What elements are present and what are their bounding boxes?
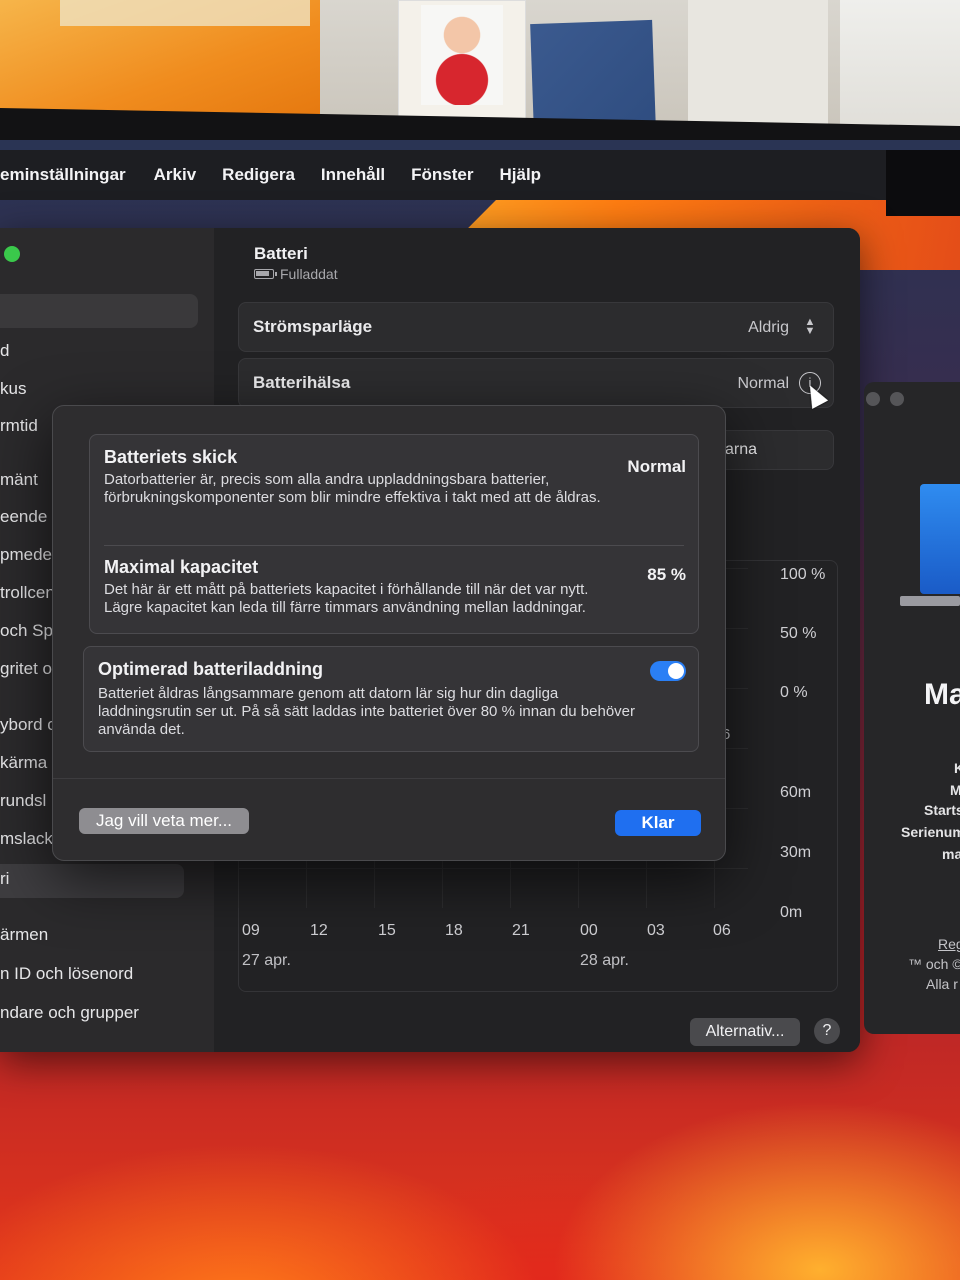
battery-health-label: Batterihälsa (253, 373, 351, 392)
x-axis-tick-label: 12 (310, 922, 328, 939)
x-axis-tick-label: 00 (580, 922, 598, 939)
x-axis-tick-label: 15 (378, 922, 396, 939)
battery-health-row[interactable]: Batterihälsa Normal i (238, 358, 834, 408)
done-button[interactable]: Klar (615, 810, 701, 836)
help-button[interactable]: ? (814, 1018, 840, 1044)
y-label-100: 100 % (780, 566, 826, 583)
pane-title: Batteri (254, 244, 308, 263)
learn-more-button[interactable]: Jag vill veta mer... (79, 808, 249, 834)
optimized-title: Optimerad batteriladdning (98, 659, 324, 679)
sidebar-item[interactable]: ri (0, 869, 200, 889)
battery-health-value: Normal (737, 375, 789, 392)
x-axis-tick-label: 03 (647, 922, 665, 939)
x-axis-tick-label: 09 (242, 922, 260, 939)
about-line: Starts (924, 802, 960, 818)
zoom-window-button[interactable] (4, 246, 20, 262)
about-line: Serienum (901, 824, 960, 840)
low-power-label: Strömsparläge (253, 317, 373, 336)
wall-photo (398, 0, 526, 124)
footer-separator (53, 778, 725, 779)
optimized-charging-toggle[interactable] (650, 661, 686, 681)
wall-paper (688, 0, 828, 136)
menu-app-name[interactable]: eminställningar (0, 165, 126, 185)
window-button[interactable] (890, 392, 904, 406)
battery-info-group: Batteriets skick Normal Datorbatterier ä… (89, 434, 699, 634)
computer-image (920, 484, 960, 594)
condition-description: Datorbatterier är, precis som alla andra… (104, 471, 601, 506)
menu-bar: eminställningar Arkiv Redigera Innehåll … (0, 150, 890, 200)
y-label-50: 50 % (780, 625, 817, 642)
y-label-60m: 60m (780, 784, 812, 801)
date-label-28: 28 apr. (580, 952, 629, 969)
y-label-0m: 0m (780, 904, 803, 921)
menu-hjalp[interactable]: Hjälp (500, 165, 542, 185)
capacity-description: Det här är ett mått på batteriets kapaci… (104, 581, 589, 616)
optimized-description: Batteriet åldras långsammare genom att d… (98, 685, 636, 738)
sidebar-item[interactable]: ärmen (0, 925, 200, 945)
menu-innehall[interactable]: Innehåll (321, 165, 385, 185)
about-line: ma (942, 846, 960, 862)
wall-poster (530, 19, 656, 133)
orange-wall (0, 0, 320, 120)
toggle-knob (668, 663, 684, 679)
x-axis-tick-label: 18 (445, 922, 463, 939)
sidebar-item[interactable]: d (0, 341, 200, 361)
menu-redigera[interactable]: Redigera (222, 165, 295, 185)
about-line: M (950, 782, 960, 798)
about-line: K (954, 760, 960, 776)
menu-arkiv[interactable]: Arkiv (154, 165, 197, 185)
computer-base-image (900, 596, 960, 606)
low-power-row[interactable]: Strömsparläge Aldrig ▲ ▼ (238, 302, 834, 352)
partial-row-text: arna (725, 441, 758, 458)
battery-health-sheet: Batteriets skick Normal Datorbatterier ä… (52, 405, 726, 861)
menu-fonster[interactable]: Fönster (411, 165, 473, 185)
optimized-charging-group: Optimerad batteriladdning Batteriet åldr… (83, 646, 699, 752)
screen-notch (886, 150, 960, 216)
x-axis-tick-label: 21 (512, 922, 530, 939)
y-label-0: 0 % (780, 684, 808, 701)
condition-title: Batteriets skick (104, 447, 238, 467)
group-separator (104, 545, 684, 546)
about-link[interactable]: Reg (938, 936, 960, 952)
about-window: Ma K M Starts Serienum ma Reg ™ och © Al… (864, 382, 960, 1034)
date-label-27: 27 apr. (242, 952, 291, 969)
about-title: Ma (924, 678, 960, 711)
sidebar-item[interactable]: n ID och lösenord (0, 964, 200, 984)
sidebar-search-input[interactable] (0, 294, 198, 328)
about-small: Alla r (926, 976, 958, 992)
sidebar-item[interactable]: kus (0, 379, 200, 399)
battery-icon (254, 269, 277, 279)
about-small: ™ och © (908, 956, 960, 972)
window-button[interactable] (866, 392, 880, 406)
battery-status: Fulladdat (254, 266, 338, 282)
alternatives-button[interactable]: Alternativ... (690, 1018, 800, 1046)
x-axis-tick-label: 06 (713, 922, 731, 939)
capacity-title: Maximal kapacitet (104, 557, 259, 577)
condition-value: Normal (627, 457, 686, 476)
low-power-value[interactable]: Aldrig (748, 319, 789, 337)
chevron-updown-icon[interactable]: ▲ ▼ (803, 317, 817, 338)
sidebar-item[interactable]: ndare och grupper (0, 1003, 200, 1023)
capacity-value: 85 % (647, 565, 686, 584)
y-label-30m: 30m (780, 844, 812, 861)
battery-status-text: Fulladdat (280, 266, 338, 282)
